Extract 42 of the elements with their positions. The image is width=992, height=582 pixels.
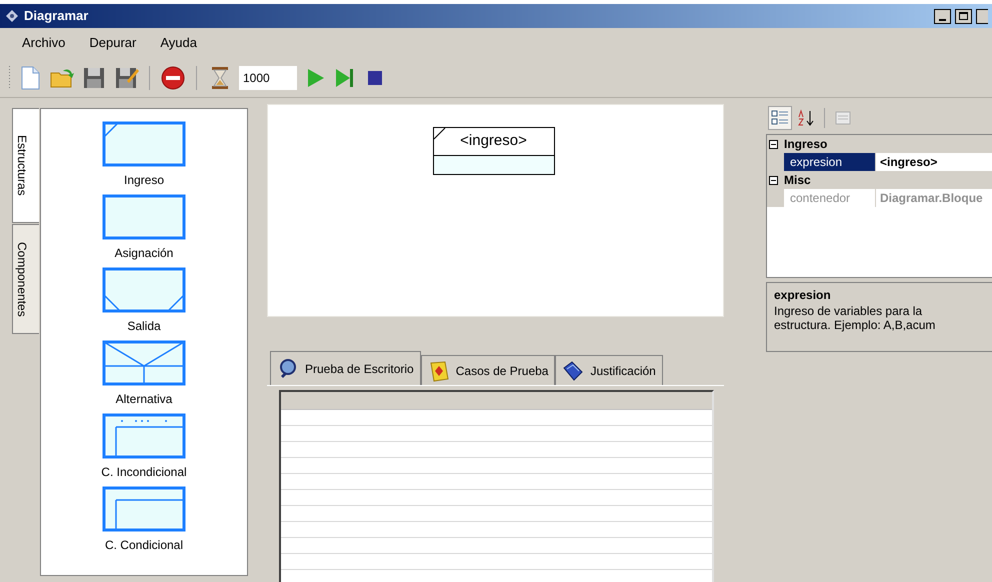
window-title: Diagramar <box>24 7 88 26</box>
structure-shape-icon[interactable] <box>102 194 186 240</box>
structure-shape-icon[interactable] <box>102 486 186 532</box>
bottom-tab[interactable]: Justificación <box>555 355 663 385</box>
structure-label: C. Condicional <box>104 537 184 554</box>
card-icon <box>428 360 450 382</box>
category-name: Misc <box>784 172 811 189</box>
categorized-view-button[interactable] <box>768 106 792 130</box>
structure-shape-icon[interactable] <box>102 267 186 313</box>
menu-item[interactable]: Archivo <box>22 33 66 53</box>
stop-sign-icon[interactable] <box>160 64 186 90</box>
toolbar-grip-icon <box>8 64 11 90</box>
app-logo-icon <box>4 8 20 24</box>
input-block[interactable]: <ingreso> <box>432 127 554 175</box>
side-tab[interactable]: Componentes <box>12 224 39 334</box>
structure-label: Alternativa <box>116 391 172 408</box>
structure-label: C. Incondicional <box>101 464 187 481</box>
book-icon <box>562 360 584 382</box>
side-tab[interactable]: Estructuras <box>12 108 39 223</box>
structure-label: Ingreso <box>124 172 164 189</box>
collapse-toggle[interactable] <box>769 176 778 184</box>
menu-item[interactable]: Ayuda <box>160 33 197 53</box>
structure-shape-icon[interactable] <box>102 340 186 386</box>
property-name[interactable]: expresion <box>784 153 875 171</box>
structure-label: Salida <box>127 318 161 335</box>
structure-shape-icon[interactable] <box>102 121 186 167</box>
interval-field[interactable]: 1000 <box>239 66 297 90</box>
close-button[interactable] <box>976 8 988 24</box>
maximize-button[interactable] <box>955 8 972 24</box>
collapse-toggle[interactable] <box>769 140 778 148</box>
category-name: Ingreso <box>784 136 828 153</box>
corner-mark-icon <box>434 128 446 140</box>
menu-item[interactable]: Depurar <box>89 33 136 53</box>
property-value[interactable]: <ingreso> <box>876 153 992 171</box>
description-title: expresion <box>774 287 832 304</box>
magnifier-icon <box>277 358 299 380</box>
structure-label: Asignación <box>114 245 174 262</box>
structure-shape-icon[interactable] <box>102 413 186 459</box>
bottom-tab[interactable]: Prueba de Escritorio <box>270 351 421 385</box>
description-text: Ingreso de variables para la estructura. Ejemplo: A,B,acum <box>774 304 936 332</box>
bottom-tab[interactable]: Casos de Prueba <box>420 355 556 385</box>
minimize-button[interactable] <box>934 8 951 24</box>
